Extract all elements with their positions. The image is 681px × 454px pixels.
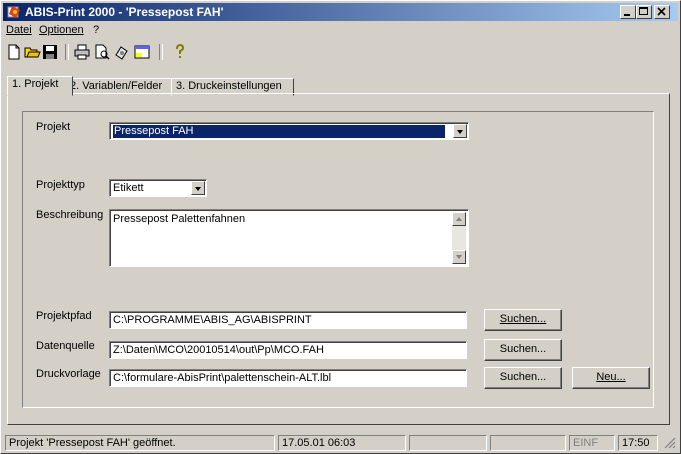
suchen-druckvorlage-button[interactable]: Suchen... (484, 367, 562, 389)
app-window: ABIS-Print 2000 - 'Pressepost FAH' Datei… (0, 0, 681, 454)
status-message: Projekt 'Pressepost FAH' geöffnet. (5, 435, 275, 451)
help-icon[interactable] (171, 43, 189, 61)
projekttyp-select[interactable]: Etikett (109, 179, 207, 197)
window-icon[interactable] (133, 43, 151, 61)
project-group: Projekt Pressepost FAH Projekttyp Etiket… (22, 111, 654, 408)
tab-panel-projekt: Projekt Pressepost FAH Projekttyp Etiket… (7, 93, 670, 425)
beschreibung-value: Pressepost Palettenfahnen (113, 213, 246, 225)
neu-button[interactable]: Neu... (572, 367, 650, 389)
datenquelle-label: Datenquelle (36, 340, 95, 352)
menu-help[interactable]: ? (93, 24, 99, 36)
neu-label: Neu... (596, 371, 626, 383)
window-title: ABIS-Print 2000 - 'Pressepost FAH' (25, 5, 224, 19)
suchen-datenquelle-button[interactable]: Suchen... (484, 339, 562, 361)
beschreibung-label: Beschreibung (36, 209, 104, 221)
projekt-select[interactable]: Pressepost FAH (109, 122, 469, 140)
toolbar (3, 41, 678, 65)
tab-druckeinstellungen-label: 3. Druckeinstellungen (176, 80, 282, 92)
menu-datei-label: Datei (6, 24, 32, 36)
chevron-down-icon[interactable] (453, 124, 467, 138)
projekttyp-value: Etikett (113, 182, 144, 194)
toolbar-separator (65, 44, 69, 60)
close-button[interactable] (654, 5, 670, 19)
beschreibung-textarea[interactable]: Pressepost Palettenfahnen (109, 209, 469, 267)
projektpfad-label: Projektpfad (36, 310, 92, 322)
tab-variablen-label: 2. Variablen/Felder (70, 80, 163, 92)
status-panel-empty (409, 435, 487, 451)
open-folder-icon[interactable] (23, 43, 41, 61)
menu-datei[interactable]: Datei (6, 24, 32, 36)
menu-optionen-label: Optionen (39, 24, 84, 36)
new-file-icon[interactable] (5, 43, 23, 61)
tab-projekt-label: 1. Projekt (12, 78, 59, 90)
projekt-label: Projekt (36, 121, 71, 133)
settings-icon[interactable] (113, 43, 131, 61)
menu-bar: Datei Optionen ? (3, 22, 678, 39)
title-bar[interactable]: ABIS-Print 2000 - 'Pressepost FAH' (3, 3, 678, 21)
minimize-icon (624, 14, 630, 16)
description-scrollbar[interactable] (452, 212, 466, 264)
projekttyp-label: Projekttyp (36, 179, 85, 191)
status-panel-empty (490, 435, 566, 451)
suchen-projektpfad-button[interactable]: Suchen... (484, 309, 562, 331)
suchen-label: Suchen... (499, 313, 547, 325)
tab-projekt[interactable]: 1. Projekt (7, 76, 73, 96)
toolbar-separator (159, 44, 163, 60)
status-time: 17:50 (618, 435, 658, 451)
maximize-button[interactable] (636, 5, 652, 19)
chevron-down-icon[interactable] (191, 181, 205, 195)
status-bar: Projekt 'Pressepost FAH' geöffnet. 17.05… (3, 435, 678, 451)
druckvorlage-input[interactable]: C:\formulare-AbisPrint\palettenschein-AL… (109, 369, 467, 387)
preview-icon[interactable] (93, 43, 111, 61)
projektpfad-input[interactable]: C:\PROGRAMME\ABIS_AG\ABISPRINT (109, 311, 467, 329)
suchen-label: Suchen... (499, 343, 547, 355)
print-icon[interactable] (73, 43, 91, 61)
status-einf: EINF (569, 435, 615, 451)
menu-help-label: ? (93, 24, 100, 36)
suchen-label: Suchen... (499, 371, 547, 383)
maximize-icon (639, 7, 648, 15)
app-icon[interactable] (6, 4, 22, 20)
minimize-button[interactable] (620, 5, 636, 19)
projekt-value: Pressepost FAH (113, 125, 445, 138)
resize-grip-icon[interactable] (664, 437, 676, 449)
scroll-up-icon[interactable] (452, 212, 466, 226)
scroll-down-icon[interactable] (452, 250, 466, 264)
menu-optionen[interactable]: Optionen (39, 24, 84, 36)
druckvorlage-label: Druckvorlage (36, 368, 101, 380)
close-icon (657, 7, 666, 16)
datenquelle-input[interactable]: Z:\Daten\MCO\20010514\out\Pp\MCO.FAH (109, 341, 467, 359)
save-icon[interactable] (41, 43, 59, 61)
status-datetime: 17.05.01 06:03 (278, 435, 406, 451)
